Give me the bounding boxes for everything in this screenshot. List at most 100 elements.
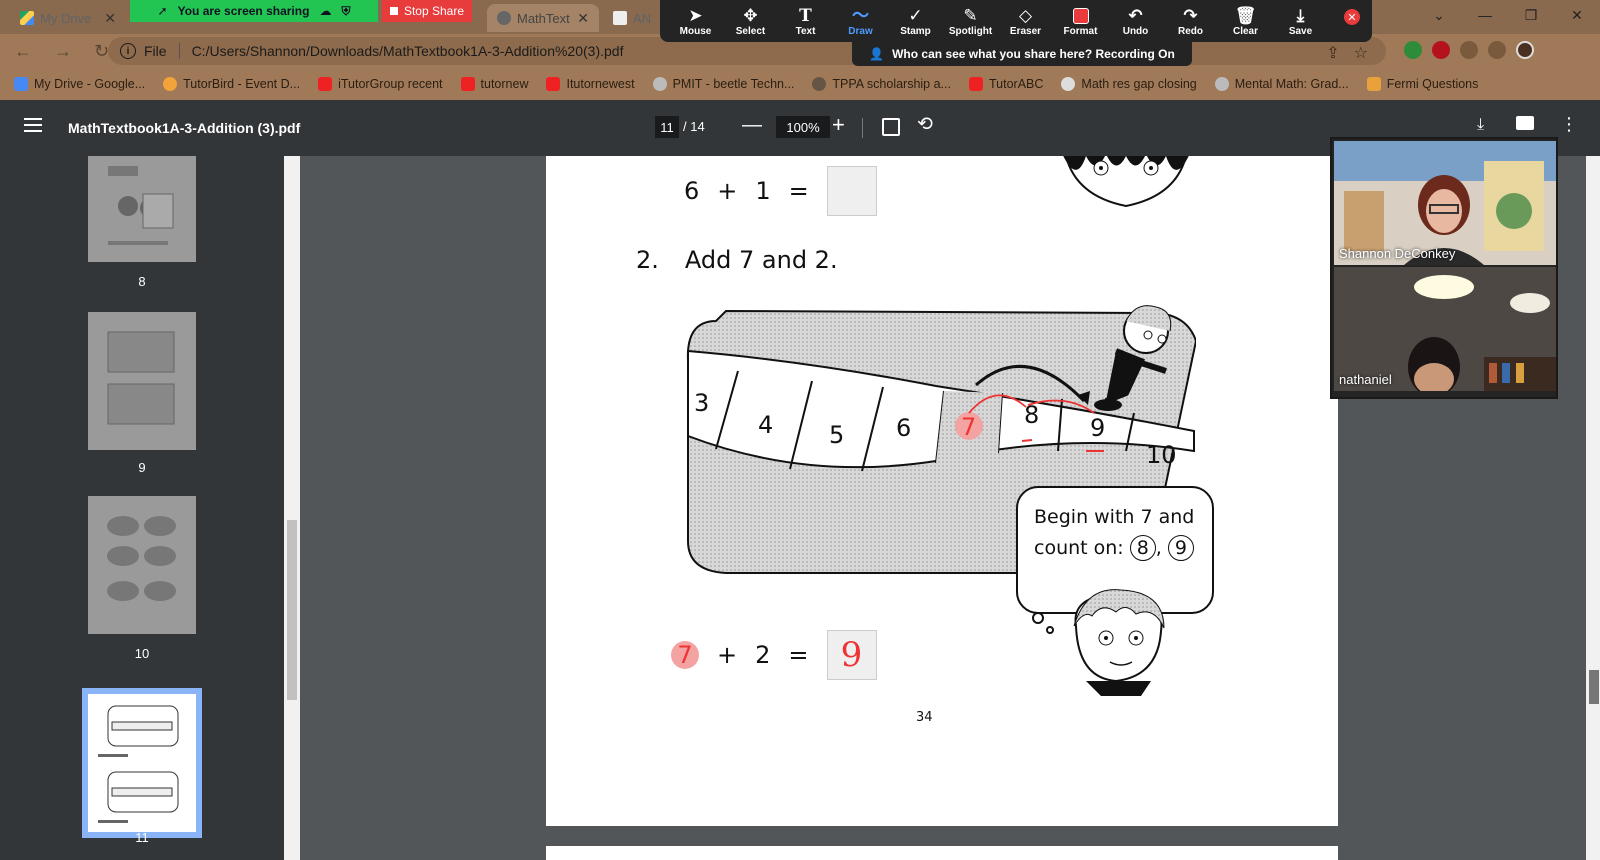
screen-sharing-indicator[interactable]: ➚ You are screen sharing ☁ ⛨ <box>130 0 378 22</box>
reload-icon[interactable]: ↻ <box>94 41 109 62</box>
tab-search-icon[interactable]: ⌄ <box>1416 0 1462 30</box>
extension-icon[interactable] <box>1404 41 1422 59</box>
main-scrollbar[interactable] <box>1586 156 1600 860</box>
bookmark-item[interactable]: iTutorGroup recent <box>318 77 443 91</box>
page-number-input[interactable]: 11 <box>655 116 679 138</box>
page-total: / 14 <box>683 119 705 134</box>
pdf-page-next <box>546 846 1338 860</box>
undo-tool[interactable]: ↶ Undo <box>1108 6 1163 37</box>
answer-box-filled: 9 <box>826 630 877 680</box>
recording-banner[interactable]: 👤 Who can see what you share here? Recor… <box>852 42 1192 66</box>
share-arrow-icon: ➚ <box>157 4 168 18</box>
tab-mathtext[interactable]: MathText ✕ <box>487 4 599 32</box>
zoom-out-icon[interactable]: — <box>742 114 762 137</box>
divider <box>862 118 863 138</box>
sidebar-scrollbar-thumb[interactable] <box>287 520 297 700</box>
spotlight-tool[interactable]: ✎ Spotlight <box>943 6 998 37</box>
main-scrollbar-thumb[interactable] <box>1589 670 1599 704</box>
bookmark-item[interactable]: Itutornewest <box>546 77 635 91</box>
close-icon[interactable]: ✕ <box>104 10 116 27</box>
circled-number: 9 <box>1167 535 1194 561</box>
select-tool[interactable]: ✥ Select <box>723 6 778 37</box>
road-number-highlighted: 7 <box>961 413 976 441</box>
bookmark-item[interactable]: Fermi Questions <box>1366 77 1478 91</box>
back-icon[interactable]: ← <box>14 41 32 62</box>
bookmark-item[interactable]: Math res gap closing <box>1061 77 1197 91</box>
tutorbird-icon <box>163 77 178 91</box>
page-thumbnail-9[interactable] <box>88 312 196 450</box>
bulb-icon <box>1366 77 1381 91</box>
road-number: 4 <box>758 411 773 439</box>
text-tool[interactable]: T Text <box>778 6 833 37</box>
trash-icon: 🗑 <box>1234 5 1257 25</box>
itutor-icon <box>318 77 333 91</box>
extension-icon[interactable] <box>1460 41 1478 59</box>
page-thumbnail-11-selected[interactable] <box>82 688 202 838</box>
clear-tool[interactable]: 🗑 Clear <box>1218 6 1273 37</box>
draw-tool[interactable]: 〜 Draw <box>833 6 888 37</box>
more-icon[interactable]: ⋮ <box>1560 114 1578 135</box>
thumbnail-image <box>88 694 196 832</box>
bookmark-item[interactable]: tutornew <box>460 77 528 91</box>
thumbnail-image <box>88 312 196 450</box>
close-icon[interactable]: ✕ <box>577 10 589 27</box>
puzzle-icon[interactable] <box>1488 41 1506 59</box>
spotlight-icon: ✎ <box>963 5 978 25</box>
share-page-icon[interactable]: ⇪ <box>1326 43 1339 63</box>
thumbnail-number: 8 <box>138 274 146 289</box>
mouse-tool[interactable]: ➤ Mouse <box>668 6 723 37</box>
stamp-tool[interactable]: ✓ Stamp <box>888 6 943 37</box>
tab-my-drive[interactable]: My Drive ✕ <box>10 4 126 32</box>
menu-icon[interactable] <box>24 118 42 132</box>
google-drive-icon <box>14 77 28 91</box>
rotate-icon[interactable]: ⟲ <box>917 113 933 136</box>
tab-label: My Drive <box>40 10 92 26</box>
page-thumbnail-10[interactable] <box>88 496 196 634</box>
download-icon[interactable]: ⤓ <box>1477 116 1484 134</box>
person-icon: 👤 <box>869 47 885 61</box>
info-icon[interactable]: i <box>120 43 136 59</box>
participant-name: Shannon DeConkey <box>1339 246 1456 261</box>
thumbnail-sidebar: 8 9 10 11 <box>0 156 284 860</box>
stop-share-label: Stop Share <box>403 4 465 18</box>
bookmark-item[interactable]: TutorABC <box>968 77 1043 91</box>
print-icon[interactable] <box>1516 116 1534 130</box>
bookmark-item[interactable]: PMIT - beetle Techn... <box>652 77 794 91</box>
sidebar-scrollbar[interactable] <box>284 156 300 860</box>
road-number: 8 <box>1024 401 1039 429</box>
participant-tile[interactable]: nathaniel <box>1334 267 1556 391</box>
minimize-icon[interactable]: — <box>1462 0 1508 30</box>
url-scheme: File <box>144 43 167 59</box>
fit-page-icon[interactable] <box>882 118 900 136</box>
page-thumbnail-8[interactable] <box>88 156 196 262</box>
close-toolbar-icon[interactable]: ✕ <box>1344 9 1360 25</box>
stop-share-button[interactable]: Stop Share <box>382 0 472 22</box>
cartoon-boy-illustration <box>1063 156 1189 208</box>
save-tool[interactable]: ⤓ Save <box>1273 6 1328 37</box>
restore-icon[interactable]: ❐ <box>1508 0 1554 30</box>
eraser-tool[interactable]: ◇ Eraser <box>998 6 1053 37</box>
bookmark-item[interactable]: My Drive - Google... <box>14 77 145 91</box>
thumbnail-image <box>88 496 196 634</box>
undo-icon: ↶ <box>1128 5 1143 25</box>
zoom-input[interactable]: 100% <box>776 116 830 138</box>
chrome-icon <box>497 11 511 25</box>
format-tool[interactable]: Format <box>1053 6 1108 37</box>
bookmark-item[interactable]: TPPA scholarship a... <box>812 77 951 91</box>
tab-an[interactable]: AN <box>603 4 663 32</box>
bookmark-item[interactable]: TutorBird - Event D... <box>163 77 300 91</box>
close-window-icon[interactable]: ✕ <box>1554 0 1600 30</box>
avatar[interactable] <box>1516 41 1534 59</box>
zoom-in-icon[interactable]: + <box>832 112 845 138</box>
forward-icon[interactable]: → <box>54 41 72 62</box>
redo-tool[interactable]: ↷ Redo <box>1163 6 1218 37</box>
participant-tile[interactable]: Shannon DeConkey <box>1334 141 1556 265</box>
format-icon <box>1072 6 1089 26</box>
thumbnail-number: 11 <box>135 830 149 845</box>
extensions <box>1404 41 1534 59</box>
bookmark-item[interactable]: Mental Math: Grad... <box>1214 77 1349 91</box>
separator <box>178 43 180 59</box>
bookmark-star-icon[interactable]: ☆ <box>1354 43 1368 63</box>
text-icon: T <box>799 5 812 26</box>
ublock-icon[interactable] <box>1432 41 1450 59</box>
